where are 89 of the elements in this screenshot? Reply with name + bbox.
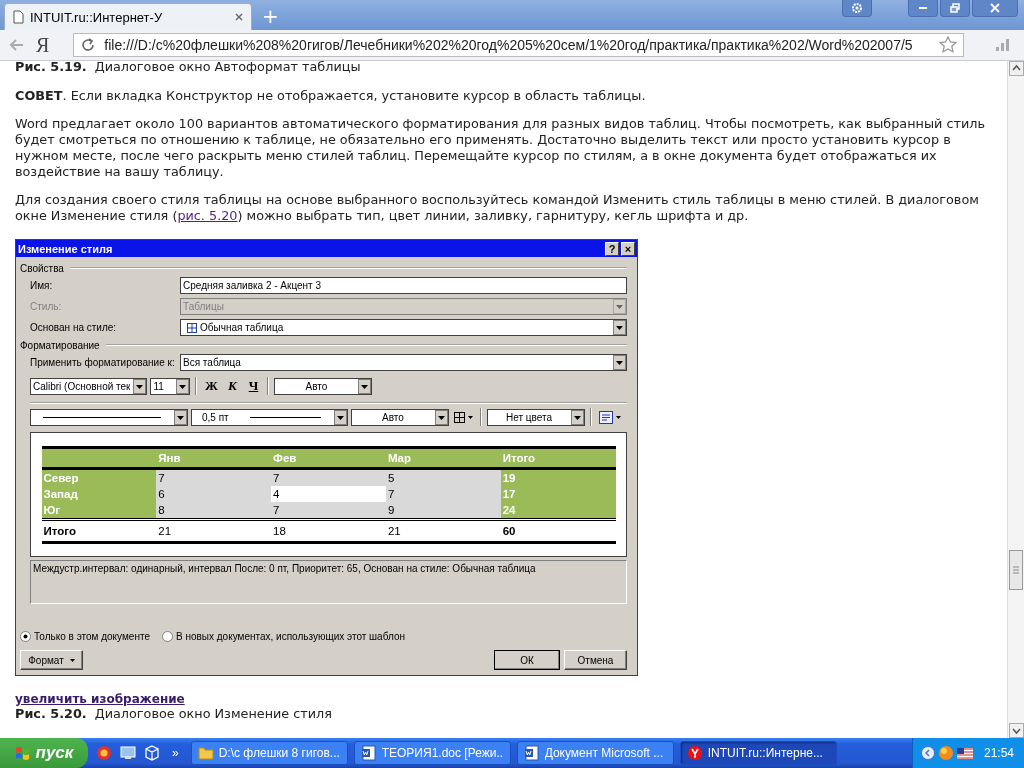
table-cell: 18 [271, 519, 386, 542]
restore-button[interactable] [940, 0, 970, 17]
taskbar-button[interactable]: INTUIT.ru::Интерне... [679, 741, 837, 765]
section-label: Свойства [20, 262, 64, 274]
taskbar-button[interactable]: Документ Microsoft ... [516, 741, 674, 765]
section-label: Форматирование [20, 339, 100, 351]
italic-button[interactable]: К [223, 378, 242, 394]
help-button[interactable]: ? [605, 241, 619, 256]
borders-button[interactable] [452, 411, 475, 423]
underline-button[interactable]: Ч [244, 378, 263, 394]
field-label: Имя: [30, 280, 54, 291]
ok-button[interactable]: ОК [494, 650, 560, 670]
cancel-button[interactable]: Отмена [564, 650, 627, 670]
figure-link[interactable]: рис. 5.20 [177, 208, 238, 223]
document-icon [360, 745, 377, 761]
caption-number: Рис. 5.20. [15, 706, 87, 721]
settings-icon [851, 2, 863, 14]
close-icon[interactable] [235, 13, 243, 21]
caret-icon [616, 415, 621, 419]
flag-icon [14, 746, 31, 760]
table-cell: 21 [385, 519, 501, 542]
font-color-dropdown[interactable]: Авто [274, 377, 373, 395]
table-icon [187, 322, 197, 333]
browser-tab[interactable]: INTUIT.ru::Интернет-У [4, 3, 252, 30]
size-dropdown[interactable]: 11 [150, 377, 191, 395]
taskbar-button[interactable]: ТЕОРИЯ1.doc [Режи... [353, 741, 511, 765]
taskbar-button[interactable]: D:\c флешки 8 гигов... [190, 741, 348, 765]
close-button[interactable]: × [621, 241, 635, 256]
style-description: Междустр.интервал: одинарный, интервал После: 0 пт, Приоритет: 65, Основан на стиле: Обычная таблица [33, 563, 536, 574]
page-icon [13, 10, 24, 24]
minimize-button[interactable] [908, 0, 938, 17]
more-button[interactable]: » [172, 746, 179, 760]
column-header: Фев [271, 447, 386, 468]
dialog-title: Изменение стиля [18, 242, 113, 255]
browser-icon [686, 745, 703, 761]
cube-icon[interactable] [144, 745, 160, 761]
line-style-dropdown[interactable] [30, 408, 188, 426]
scroll-thumb[interactable] [1009, 550, 1023, 590]
radio-button[interactable] [161, 631, 173, 642]
caption-text: Диалоговое окно Изменение стиля [94, 706, 332, 721]
fill-dropdown[interactable]: Нет цвета [487, 408, 585, 426]
scrollbar[interactable] [1007, 61, 1024, 738]
column-header: Мар [385, 447, 501, 468]
minimize-icon [919, 7, 927, 9]
name-field[interactable]: Средняя заливка 2 - Акцент 3 [180, 277, 627, 294]
paragraph: Для создания своего стиля таблицы на основе выбранного воспользуйтесь командой Изменить стиль таблицы в меню стилей. В диалоговом окне Изменение стиля (рис. 5.20) можно выбрать тип, цвет линии, заливку, гарнитуру, кегль шрифта и др. [15, 192, 980, 224]
close-icon [990, 3, 1000, 13]
restore-icon [950, 3, 960, 13]
browser-logo[interactable]: Я [36, 33, 50, 57]
star-icon [939, 36, 957, 54]
clock: 21:54 [983, 746, 1014, 760]
folder-icon [197, 745, 214, 761]
address-field[interactable]: file:///D:/c%20флешки%208%20гигов/Лечебники%202%20год%205%20сем/1%20год/практика/практика%202/Word%202007/5 [73, 33, 964, 57]
format-button[interactable]: Формат [20, 650, 83, 670]
caption-text: Диалоговое окно Автоформат таблицы [94, 61, 361, 74]
close-button[interactable] [972, 0, 1018, 17]
field-label: Применить форматирование к: [30, 357, 176, 368]
field-label: Стиль: [30, 301, 63, 312]
browser-icon[interactable] [96, 745, 112, 761]
column-header: Янв [156, 447, 272, 468]
field-label: Основан на стиле: [30, 322, 118, 333]
alignment-button[interactable] [597, 410, 623, 424]
total-cell: 60 [500, 519, 616, 542]
document-icon [523, 745, 540, 761]
flag-icon[interactable] [956, 747, 973, 759]
scroll-down-icon [1008, 723, 1024, 738]
apply-to-dropdown[interactable]: Вся таблица [180, 354, 627, 371]
settings-button[interactable] [842, 0, 872, 17]
reload-icon [80, 37, 97, 53]
desktop-icon[interactable] [120, 745, 136, 761]
align-icon [599, 410, 613, 424]
radio-button[interactable] [20, 631, 31, 642]
radio-option[interactable]: В новых документах, использующих этот шаблон [161, 631, 405, 642]
table-cell: 21 [156, 519, 272, 542]
paragraph: СОВЕТ. Если вкладка Конструктор не отображается, установите курсор в область таблицы. [15, 88, 647, 104]
font-dropdown[interactable]: Calibri (Основной тек [30, 377, 148, 395]
row-header: Итого [41, 519, 157, 542]
caption-number: Рис. 5.19. [15, 61, 87, 74]
paragraph: Word предлагает около 100 вариантов автоматического форматирования для разных видов таблиц. Чтобы посмотреть, как выбранный стиль будет смотреться по отношению к таблице, не обязательно его применять. Достаточно выделить текст или просто установить курсор в нужном месте, после чего раскрыть меню стилей таблиц. Перемещайте курсор по стилям, а в окне документа будет отображаться их воздействие на вашу таблицу. [15, 116, 986, 180]
style-dropdown[interactable]: Обычная таблица [180, 319, 627, 336]
bold-button[interactable]: Ж [202, 378, 221, 394]
radio-option[interactable]: Только в этом документе [20, 631, 150, 642]
line-color-dropdown[interactable]: Авто [351, 408, 449, 426]
enlarge-image-link[interactable]: увеличить изображение [15, 692, 185, 706]
column-header: Итого [500, 447, 616, 468]
line-weight-dropdown[interactable]: 0,5 пт [191, 408, 348, 426]
borders-icon [454, 411, 465, 423]
caret-icon [468, 415, 473, 419]
caret-icon [69, 658, 75, 662]
